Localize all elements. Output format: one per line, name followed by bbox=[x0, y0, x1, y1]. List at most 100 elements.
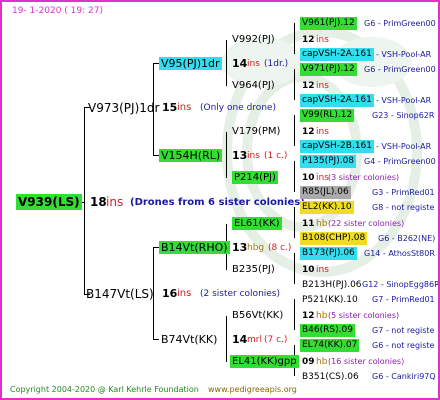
r2-generation: 12 bbox=[302, 35, 315, 45]
root-bracket bbox=[84, 107, 85, 294]
fm-generation: 13 bbox=[232, 241, 248, 254]
ff-connector bbox=[153, 339, 159, 340]
r23-ins: hb bbox=[316, 357, 328, 367]
copyright-text: Copyright 2004-2020 @ Karl Kehrle Founda… bbox=[10, 385, 199, 394]
r16-note: G14 - AthosSt80R bbox=[364, 249, 435, 258]
r12-note: G3 - PrimRed01 bbox=[372, 188, 435, 197]
mfm-queen[interactable]: V179(PM) bbox=[232, 125, 280, 139]
r1-note: G6 - PrimGreen00 bbox=[364, 19, 436, 28]
r16-queen[interactable]: B173(PJ).06 bbox=[300, 247, 357, 260]
website-link[interactable]: www.pedigreeapis.org bbox=[208, 383, 297, 397]
mm-generation: 14 bbox=[232, 57, 248, 70]
b4 bbox=[294, 161, 295, 192]
ff-generation: 14 bbox=[232, 333, 248, 346]
pedigree-chart: 19- 1-2020 ( 19: 27) V939(LS) 18 ins (Dr… bbox=[0, 0, 440, 400]
print-date: 19- 1-2020 ( 19: 27) bbox=[12, 6, 103, 16]
r14-note: (22 sister colonies) bbox=[328, 219, 405, 228]
r24-note: G6 - Cankiri97Q bbox=[372, 372, 436, 381]
r21-queen[interactable]: B46(RS).09 bbox=[300, 324, 355, 337]
root-generation: 18 bbox=[90, 195, 107, 209]
ff-note: (7 c.) bbox=[264, 335, 288, 345]
root-ins: ins bbox=[106, 195, 124, 209]
r15-note: G6 - B262(NE) bbox=[378, 234, 436, 243]
father-note: (2 sister colonies) bbox=[200, 289, 281, 299]
ff-queen[interactable]: B74Vt(KK) bbox=[161, 333, 217, 347]
root-note: (Drones from 6 sister colonies) bbox=[130, 197, 305, 208]
r17-generation: 10 bbox=[302, 265, 315, 275]
mf-queen[interactable]: V154H(RL) bbox=[159, 149, 223, 162]
b3 bbox=[294, 115, 295, 146]
r20-generation: 12 bbox=[302, 311, 315, 321]
fm-ins: hbg bbox=[247, 243, 265, 253]
r23-note: (16 sister colonies) bbox=[328, 357, 405, 366]
mf-generation: 13 bbox=[232, 149, 248, 162]
r17-ins: ins bbox=[316, 265, 329, 275]
father-generation: 16 bbox=[162, 287, 178, 300]
r11-ins: ins bbox=[316, 173, 329, 183]
fmf-queen[interactable]: B235(PJ) bbox=[232, 263, 275, 277]
mother-queen[interactable]: V973(PJ)1dr bbox=[88, 101, 159, 115]
r24-queen[interactable]: B351(CS).06 bbox=[302, 370, 359, 384]
b7 bbox=[294, 299, 295, 330]
ff-bracket bbox=[226, 316, 227, 362]
ffm-queen[interactable]: B56Vt(KK) bbox=[232, 309, 283, 323]
r12-queen[interactable]: R85(JL).06 bbox=[300, 186, 351, 199]
r14-generation: 11 bbox=[302, 219, 315, 229]
r22-note: G6 - not registe bbox=[372, 341, 435, 350]
r6-note: - VSH-Pool-AR bbox=[376, 96, 432, 105]
r13-queen[interactable]: EL2(KK).10 bbox=[300, 201, 354, 214]
r5-ins: ins bbox=[316, 81, 329, 91]
r20-note: (5 sister colonies) bbox=[328, 311, 400, 320]
r8-generation: 12 bbox=[302, 127, 315, 137]
r7-note: G23 - Sinop62R bbox=[372, 111, 435, 120]
r3-queen[interactable]: capVSH-2A.161 bbox=[300, 48, 374, 61]
r10-queen[interactable]: P135(PJ).08 bbox=[300, 155, 357, 168]
r9-note: - VSH-Pool-AR bbox=[376, 142, 432, 151]
r3-note: - VSH-Pool-AR bbox=[376, 50, 432, 59]
ffff-queen[interactable]: EL41(KK)gpp bbox=[230, 355, 299, 368]
root-queen[interactable]: V939(LS) bbox=[16, 194, 82, 210]
r7-queen[interactable]: V99(RL).12 bbox=[300, 109, 355, 122]
r2-ins: ins bbox=[316, 35, 329, 45]
r23-generation: 09 bbox=[302, 357, 315, 367]
r4-queen[interactable]: V971(PJ).12 bbox=[300, 63, 357, 76]
fmm-queen[interactable]: EL61(KK) bbox=[232, 217, 282, 230]
mf-note: (1 c.) bbox=[264, 151, 288, 161]
b6 bbox=[294, 253, 295, 284]
r22-queen[interactable]: EL74(KK).07 bbox=[300, 339, 360, 352]
mm-note: (1dr.) bbox=[264, 59, 289, 69]
mm-bracket bbox=[226, 40, 227, 86]
father-ins: ins bbox=[177, 288, 192, 299]
mf-ins: ins bbox=[247, 151, 260, 161]
r18-queen[interactable]: B213H(PJ).06 bbox=[302, 278, 362, 292]
r13-note: G8 - not registe bbox=[372, 203, 435, 212]
father-queen[interactable]: B147Vt(LS) bbox=[86, 287, 154, 301]
fm-queen[interactable]: B14Vt(RHO) bbox=[159, 241, 230, 254]
mm-ins: ins bbox=[247, 59, 260, 69]
mf-bracket bbox=[226, 132, 227, 178]
r8-ins: ins bbox=[316, 127, 329, 137]
r14-ins: hb bbox=[316, 219, 328, 229]
r6-queen[interactable]: capVSH-2A.161 bbox=[300, 94, 374, 107]
b1 bbox=[294, 23, 295, 54]
b2 bbox=[294, 69, 295, 100]
r9-queen[interactable]: capVSH-2B.161 bbox=[300, 140, 375, 153]
r1-queen[interactable]: V961(PJ).12 bbox=[300, 17, 357, 30]
r10-note: G4 - PrimGreen00 bbox=[364, 157, 436, 166]
mmf-queen[interactable]: V964(PJ) bbox=[232, 79, 275, 93]
r21-note: G7 - not registe bbox=[372, 326, 435, 335]
r19-queen[interactable]: P521(KK).10 bbox=[302, 293, 358, 307]
r15-queen[interactable]: B108(CHP).08 bbox=[300, 232, 368, 245]
r11-generation: 10 bbox=[302, 173, 315, 183]
mother-generation: 15 bbox=[162, 101, 178, 114]
ff-ins: mrl bbox=[247, 335, 262, 345]
fm-note: (8 c.) bbox=[268, 243, 292, 253]
r4-note: G6 - PrimGreen00 bbox=[364, 65, 436, 74]
r18-note: G12 - SinopEgg86R bbox=[362, 280, 440, 289]
mff-queen[interactable]: P214(PJ) bbox=[232, 171, 278, 184]
mmm-queen[interactable]: V992(PJ) bbox=[232, 33, 275, 47]
b5 bbox=[294, 207, 295, 238]
mother-note: (Only one drone) bbox=[200, 103, 277, 113]
r11-note: (3 sister colonies) bbox=[328, 173, 400, 182]
mm-queen[interactable]: V95(PJ)1dr bbox=[159, 57, 222, 70]
